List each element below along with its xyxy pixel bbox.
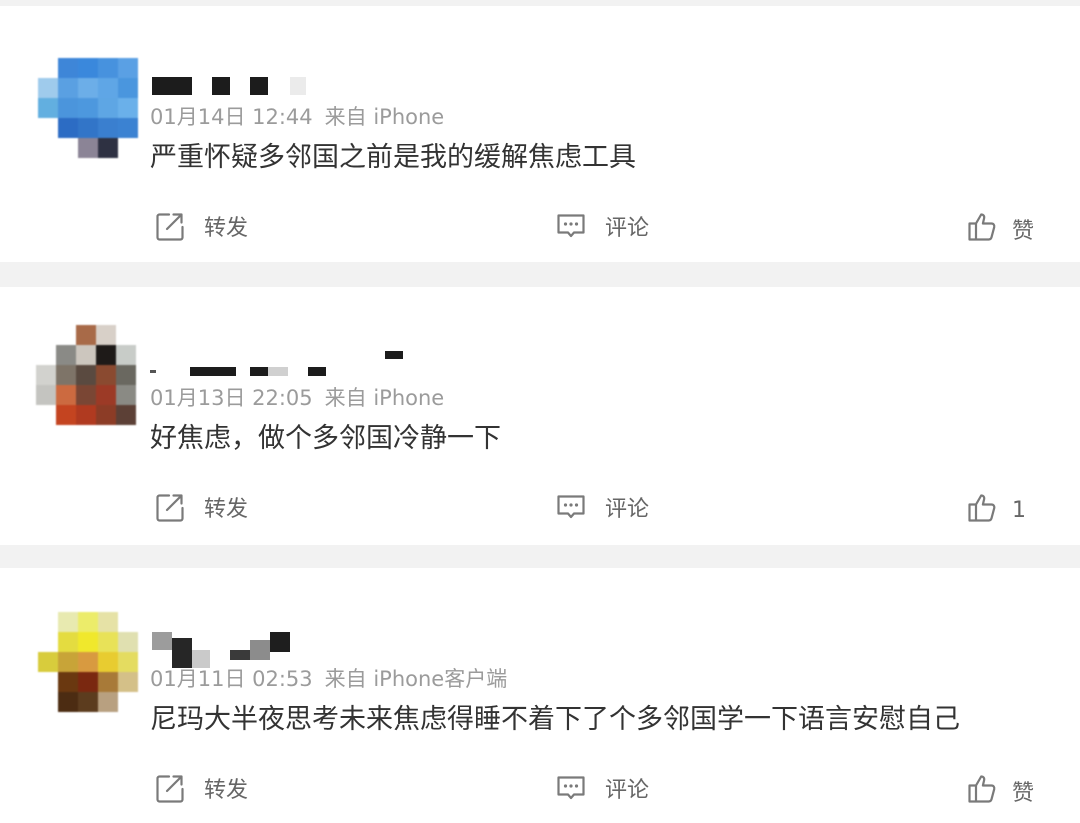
redaction-block xyxy=(152,77,192,95)
action-bar: 转发 评论 1 xyxy=(0,489,1080,525)
comment-meta: 01月13日 22:05 来自 iPhone xyxy=(150,385,444,411)
action-bar: 转发 评论 赞 xyxy=(0,208,1080,244)
comment-source: 来自 iPhone客户端 xyxy=(324,667,508,691)
avatar[interactable] xyxy=(36,325,56,345)
comment-time: 01月13日 22:05 xyxy=(150,386,313,410)
comment-text: 尼玛大半夜思考未来焦虑得睡不着下了个多邻国学一下语言安慰自己 xyxy=(150,704,960,735)
like-icon xyxy=(968,775,996,803)
comment-icon xyxy=(557,776,585,800)
repost-button[interactable]: 转发 xyxy=(154,770,248,806)
comment-label: 评论 xyxy=(605,216,650,241)
repost-button[interactable]: 转发 xyxy=(154,208,248,244)
username-redacted[interactable] xyxy=(150,630,450,670)
comment-card: 01月13日 22:05 来自 iPhone 好焦虑，做个多邻国冷静一下 转发 评… xyxy=(0,287,1080,545)
redaction-block xyxy=(250,640,270,660)
username-redacted[interactable] xyxy=(150,349,450,389)
comment-source: 来自 iPhone xyxy=(324,386,445,410)
comment-button[interactable]: 评论 xyxy=(555,208,649,244)
redaction-block xyxy=(268,367,288,376)
comment-button[interactable]: 评论 xyxy=(555,770,649,806)
like-icon xyxy=(968,213,996,241)
redaction-block xyxy=(172,638,192,668)
like-label: 赞 xyxy=(1012,219,1035,244)
redaction-block xyxy=(190,367,236,376)
comment-time: 01月11日 02:53 xyxy=(150,667,313,691)
comment-label: 评论 xyxy=(605,778,650,803)
redaction-block xyxy=(150,370,156,373)
comment-card: 01月11日 02:53 来自 iPhone客户端 尼玛大半夜思考未来焦虑得睡不着… xyxy=(0,568,1080,823)
redaction-block xyxy=(385,351,403,359)
repost-button[interactable]: 转发 xyxy=(154,489,248,525)
redaction-block xyxy=(212,77,230,95)
comment-source: 来自 iPhone xyxy=(324,105,445,129)
redaction-block xyxy=(250,77,268,95)
avatar[interactable] xyxy=(38,58,58,78)
like-count: 1 xyxy=(1012,497,1026,523)
repost-label: 转发 xyxy=(204,497,249,522)
username-redacted[interactable] xyxy=(150,68,450,108)
comment-time: 01月14日 12:44 xyxy=(150,105,313,129)
redaction-block xyxy=(308,367,326,376)
comment-meta: 01月11日 02:53 来自 iPhone客户端 xyxy=(150,666,507,692)
avatar[interactable] xyxy=(38,612,58,632)
like-button[interactable]: 赞 xyxy=(966,208,1034,244)
repost-icon xyxy=(156,494,184,522)
like-icon xyxy=(968,494,996,522)
repost-label: 转发 xyxy=(204,778,249,803)
redaction-block xyxy=(290,77,306,95)
redaction-block xyxy=(250,367,268,376)
comment-card: 01月14日 12:44 来自 iPhone 严重怀疑多邻国之前是我的缓解焦虑工具… xyxy=(0,6,1080,262)
comment-text: 严重怀疑多邻国之前是我的缓解焦虑工具 xyxy=(150,142,636,173)
comment-meta: 01月14日 12:44 来自 iPhone xyxy=(150,104,444,130)
comment-button[interactable]: 评论 xyxy=(555,489,649,525)
like-button[interactable]: 1 xyxy=(966,489,1026,525)
comment-text: 好焦虑，做个多邻国冷静一下 xyxy=(150,423,501,454)
comment-icon xyxy=(557,214,585,238)
like-button[interactable]: 赞 xyxy=(966,770,1034,806)
redaction-block xyxy=(270,632,290,652)
like-label: 赞 xyxy=(1012,781,1035,806)
repost-icon xyxy=(156,775,184,803)
redaction-block xyxy=(230,650,250,660)
comment-label: 评论 xyxy=(605,497,650,522)
comment-icon xyxy=(557,495,585,519)
action-bar: 转发 评论 赞 xyxy=(0,770,1080,806)
redaction-block xyxy=(152,632,172,650)
repost-label: 转发 xyxy=(204,216,249,241)
repost-icon xyxy=(156,213,184,241)
